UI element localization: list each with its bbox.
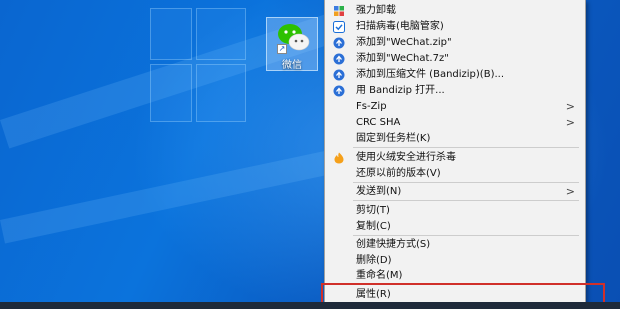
- menu-separator: [353, 147, 579, 148]
- window-logo-pane: [196, 64, 246, 122]
- menu-separator: [353, 200, 579, 201]
- menu-item-delete[interactable]: 删除(D): [325, 253, 585, 269]
- menu-item-force-uninstall[interactable]: 强力卸载: [325, 3, 585, 19]
- window-logo-pane: [196, 8, 246, 60]
- shield-scan-icon: [333, 21, 345, 33]
- menu-item-add-to-7z[interactable]: 添加到"WeChat.7z": [325, 51, 585, 67]
- desktop-icon-wechat[interactable]: ↗ 微信: [266, 17, 318, 71]
- menu-item-huorong-scan[interactable]: 使用火绒安全进行杀毒: [325, 150, 585, 166]
- menu-item-create-shortcut[interactable]: 创建快捷方式(S): [325, 237, 585, 253]
- menu-separator: [353, 182, 579, 183]
- shortcut-arrow-icon: ↗: [277, 44, 287, 54]
- submenu-arrow-icon: >: [565, 185, 575, 198]
- bandizip-icon: [333, 85, 345, 97]
- submenu-arrow-icon: >: [565, 116, 575, 129]
- menu-item-send-to[interactable]: 发送到(N) >: [325, 184, 585, 200]
- bandizip-icon: [333, 53, 345, 65]
- window-logo-pane: [150, 64, 192, 122]
- menu-item-fs-zip[interactable]: Fs-Zip >: [325, 99, 585, 115]
- desktop-icon-label: 微信: [282, 60, 302, 71]
- menu-item-add-to-archive[interactable]: 添加到压缩文件 (Bandizip)(B)...: [325, 67, 585, 83]
- bandizip-icon: [333, 37, 345, 49]
- menu-item-copy[interactable]: 复制(C): [325, 219, 585, 235]
- menu-item-crc-sha[interactable]: CRC SHA >: [325, 115, 585, 131]
- menu-item-restore-versions[interactable]: 还原以前的版本(V): [325, 166, 585, 182]
- context-menu: 强力卸载 扫描病毒(电脑管家) 添加到"WeChat.zip" 添加到"WeCh…: [324, 0, 586, 303]
- submenu-arrow-icon: >: [565, 100, 575, 113]
- menu-separator: [353, 235, 579, 236]
- menu-item-add-to-zip[interactable]: 添加到"WeChat.zip": [325, 35, 585, 51]
- taskbar: [0, 302, 620, 309]
- bandizip-icon: [333, 69, 345, 81]
- menu-item-open-with-bandizip[interactable]: 用 Bandizip 打开...: [325, 83, 585, 99]
- huorong-icon: [334, 152, 344, 164]
- window-logo-pane: [150, 8, 192, 60]
- menu-item-pin-taskbar[interactable]: 固定到任务栏(K): [325, 131, 585, 147]
- menu-item-cut[interactable]: 剪切(T): [325, 203, 585, 219]
- menu-item-rename[interactable]: 重命名(M): [325, 268, 585, 284]
- menu-item-scan-virus[interactable]: 扫描病毒(电脑管家): [325, 19, 585, 35]
- uninstall-icon: [334, 6, 344, 16]
- light-beam: [0, 140, 377, 244]
